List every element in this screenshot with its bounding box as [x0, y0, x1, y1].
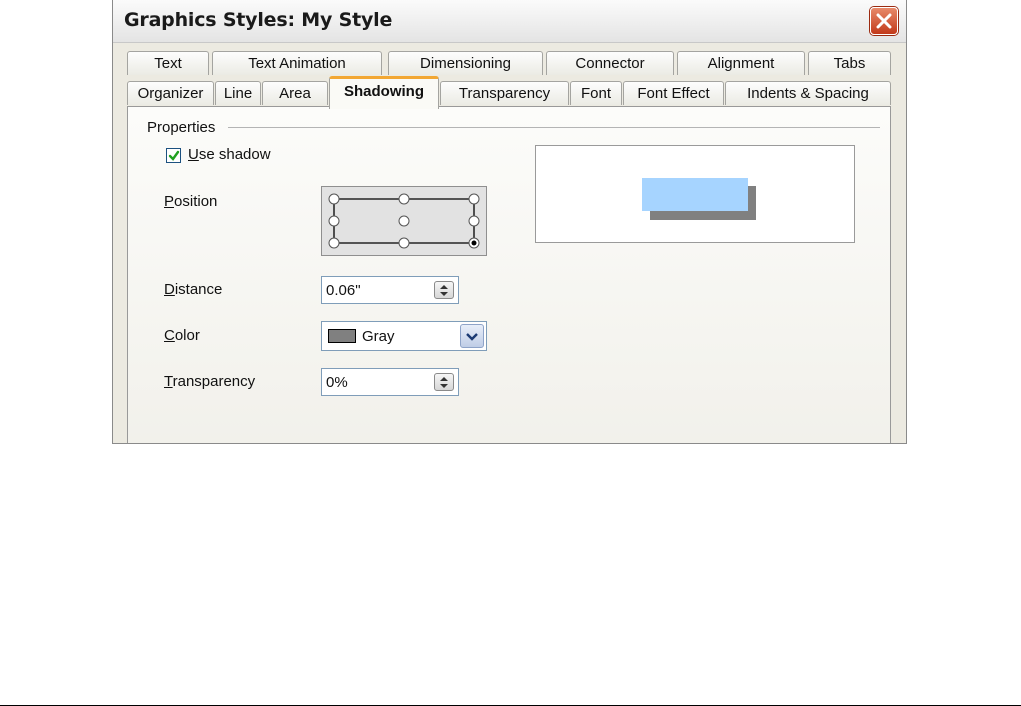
section-divider: [228, 127, 880, 128]
transparency-spinbox: [321, 368, 459, 396]
position-radio-middle-right[interactable]: [468, 215, 480, 227]
position-radio-center[interactable]: [398, 215, 410, 227]
tab-font[interactable]: Font: [570, 81, 622, 105]
close-icon: [876, 13, 892, 29]
position-radio-top-center[interactable]: [398, 193, 410, 205]
color-select[interactable]: Gray: [321, 321, 487, 351]
tab-shadowing[interactable]: Shadowing: [329, 76, 439, 109]
tab-connector[interactable]: Connector: [546, 51, 674, 75]
up-down-arrows-icon: [440, 377, 448, 388]
tab-row-2: Organizer Line Area Shadowing Transparen…: [127, 76, 892, 109]
position-radio-top-right[interactable]: [468, 193, 480, 205]
use-shadow-checkbox[interactable]: [166, 148, 181, 163]
position-label: Position: [164, 193, 218, 210]
up-down-arrows-icon: [440, 285, 448, 296]
distance-spinbox: [321, 276, 459, 304]
tab-dimensioning[interactable]: Dimensioning: [388, 51, 543, 75]
tab-alignment[interactable]: Alignment: [677, 51, 805, 75]
selected-dot: [471, 240, 477, 246]
preview-object: [642, 178, 748, 211]
tab-line[interactable]: Line: [215, 81, 261, 105]
tab-font-effect[interactable]: Font Effect: [623, 81, 724, 105]
transparency-spin-button[interactable]: [434, 373, 454, 391]
shadowing-panel: Properties Use shadow Position Distance …: [127, 106, 891, 443]
tab-text[interactable]: Text: [127, 51, 209, 75]
position-grid[interactable]: [321, 186, 487, 256]
tab-transparency[interactable]: Transparency: [440, 81, 569, 105]
close-button[interactable]: [870, 7, 898, 35]
tab-row-1: Text Text Animation Dimensioning Connect…: [127, 51, 892, 77]
chevron-down-icon: [466, 333, 478, 341]
transparency-input[interactable]: [326, 372, 426, 392]
position-radio-top-left[interactable]: [328, 193, 340, 205]
title-bar[interactable]: Graphics Styles: My Style: [113, 0, 906, 43]
position-radio-bottom-left[interactable]: [328, 237, 340, 249]
position-radio-middle-left[interactable]: [328, 215, 340, 227]
section-label-properties: Properties: [147, 119, 216, 136]
shadow-preview: [535, 145, 855, 243]
color-swatch: [328, 329, 356, 343]
position-radio-bottom-center[interactable]: [398, 237, 410, 249]
tab-text-animation[interactable]: Text Animation: [212, 51, 382, 75]
tab-organizer[interactable]: Organizer: [127, 81, 214, 105]
tab-tabs[interactable]: Tabs: [808, 51, 891, 75]
window-title: Graphics Styles: My Style: [124, 9, 393, 31]
tab-indents-spacing[interactable]: Indents & Spacing: [725, 81, 891, 105]
checkmark-icon: [168, 150, 180, 161]
color-label: Color: [164, 327, 200, 344]
transparency-label: Transparency: [164, 373, 256, 390]
use-shadow-label[interactable]: Use shadow: [188, 146, 271, 163]
tab-area[interactable]: Area: [262, 81, 328, 105]
distance-input[interactable]: [326, 280, 426, 300]
dialog-window: Graphics Styles: My Style Text Text Anim…: [112, 0, 907, 444]
color-value: Gray: [362, 328, 395, 345]
distance-label: Distance: [164, 281, 223, 298]
color-dropdown-button[interactable]: [460, 324, 484, 348]
distance-spin-button[interactable]: [434, 281, 454, 299]
